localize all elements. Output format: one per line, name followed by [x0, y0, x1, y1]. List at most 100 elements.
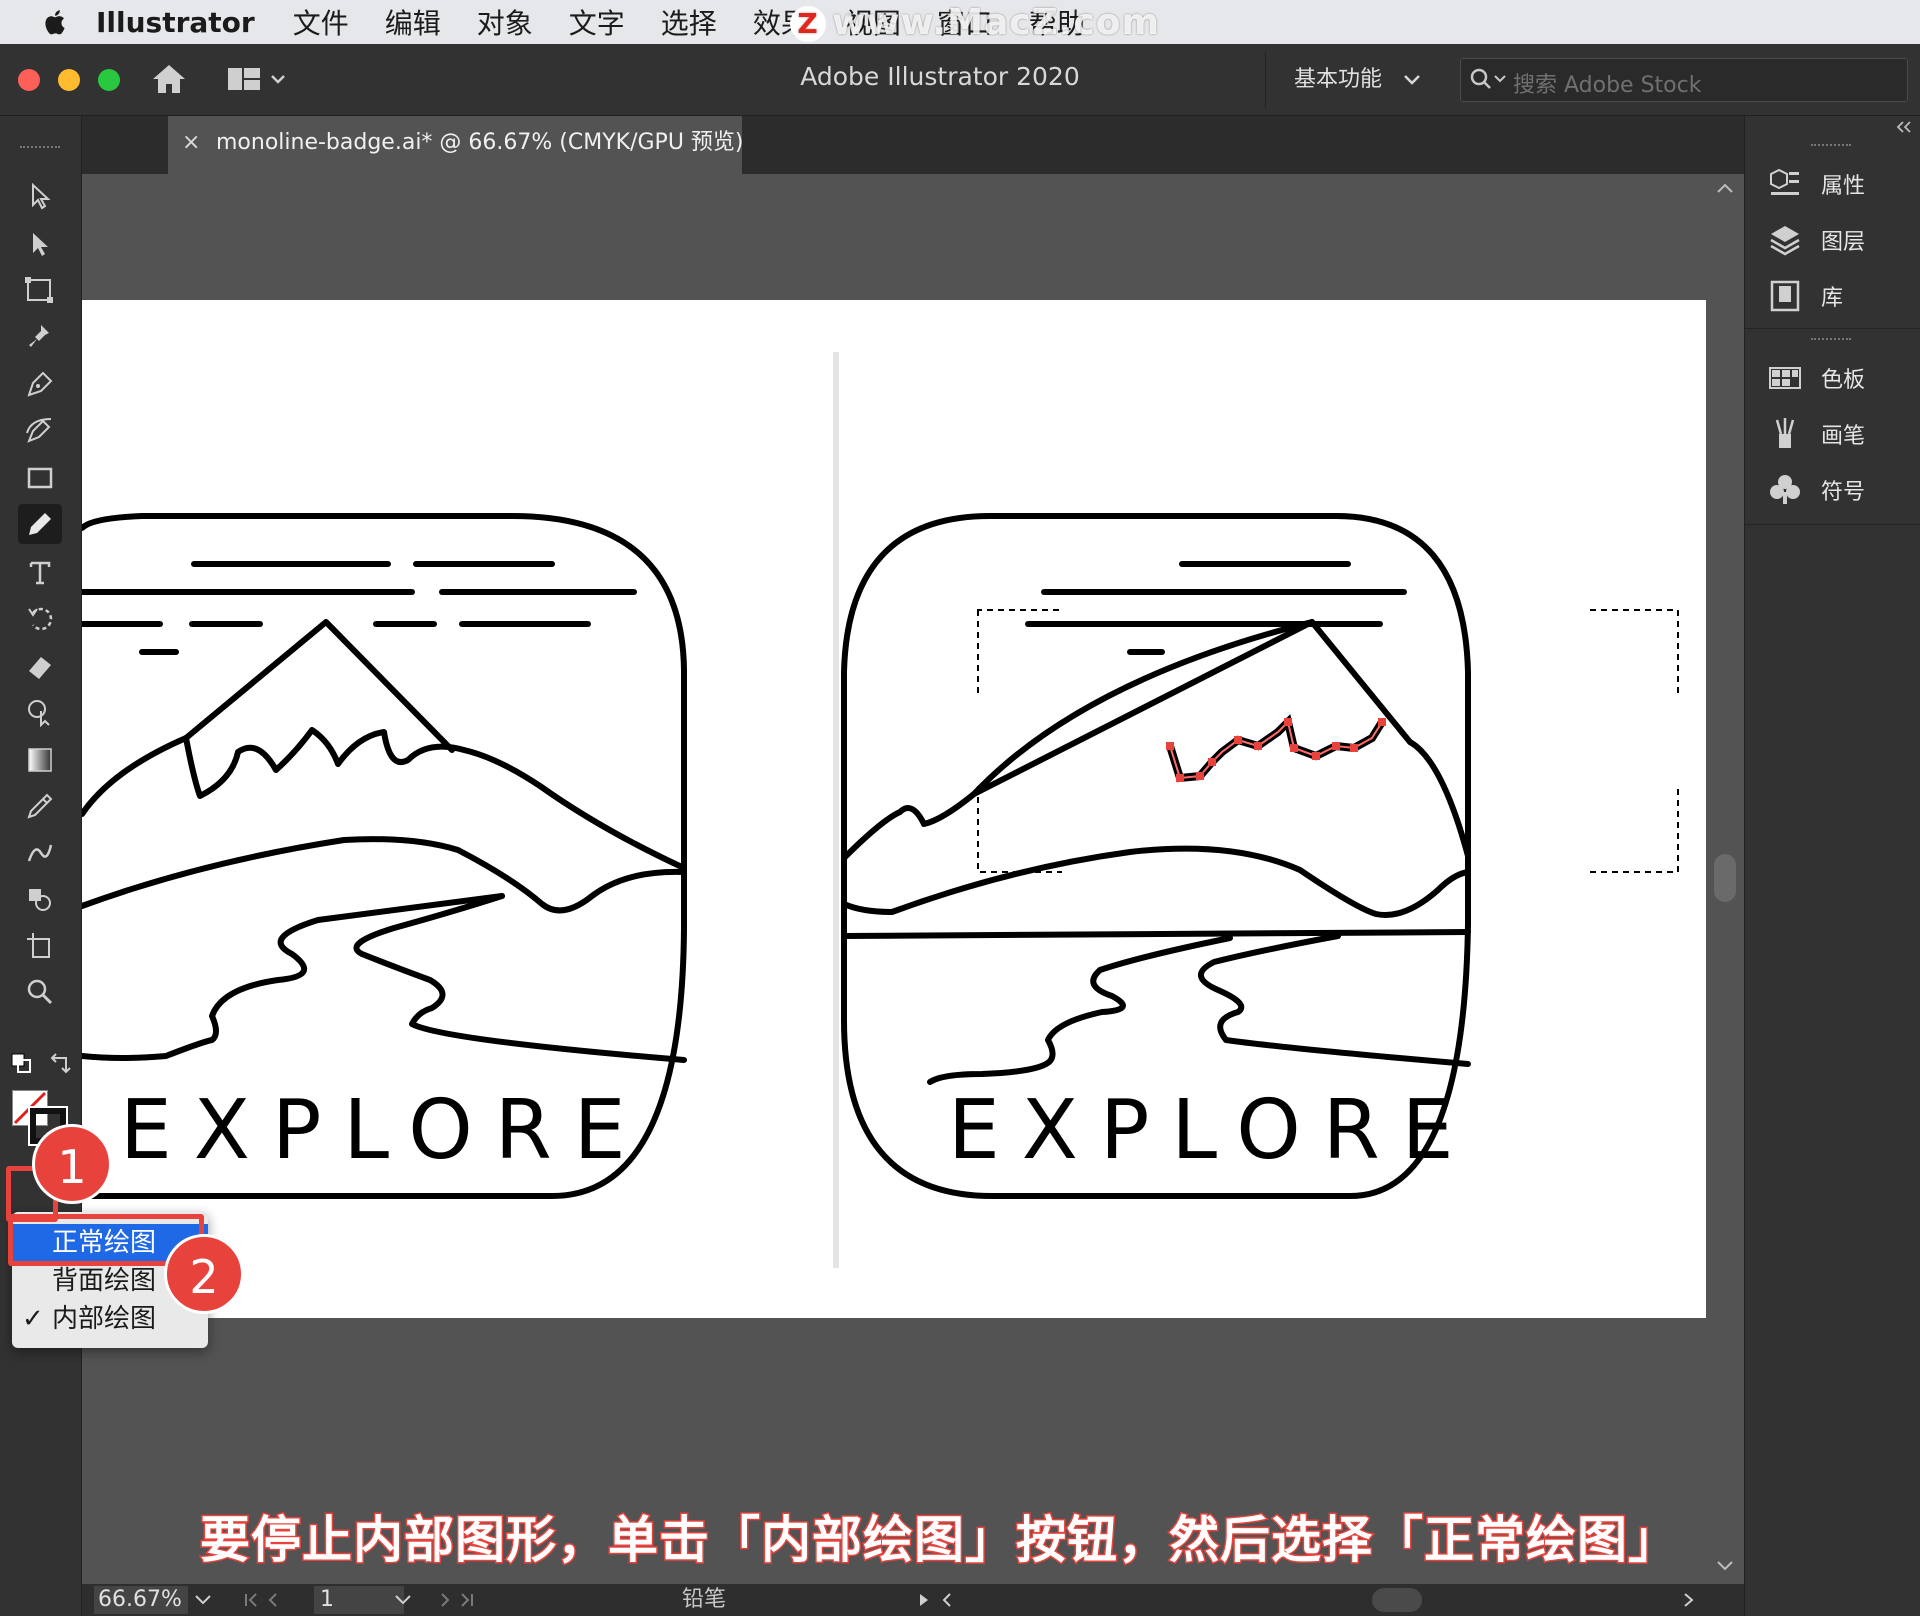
- puppet-warp-tool[interactable]: [18, 316, 62, 356]
- close-tab-icon[interactable]: ×: [182, 116, 200, 170]
- panel-group-grip[interactable]: [1811, 144, 1851, 148]
- artboard-dropdown-icon[interactable]: [394, 1594, 412, 1606]
- current-tool-label: 铅笔: [682, 1587, 727, 1612]
- panel-group-grip[interactable]: [1811, 338, 1851, 342]
- horizontal-scroll-thumb[interactable]: [1372, 1588, 1422, 1612]
- stock-search-input[interactable]: 搜索 Adobe Stock: [1460, 58, 1908, 102]
- collapse-right-panel-icon[interactable]: [1895, 120, 1915, 134]
- swatches-label: 色板: [1821, 368, 1866, 393]
- selection-tool[interactable]: [18, 176, 62, 216]
- menu-object[interactable]: 对象: [477, 2, 533, 42]
- right-panel-dock: 属性 图层 库 色板 画笔 符号: [1744, 116, 1920, 1616]
- eyedropper-tool[interactable]: [18, 786, 62, 826]
- symbol-sprayer-icon: [29, 889, 51, 911]
- zoom-dropdown-icon[interactable]: [194, 1594, 212, 1606]
- type-icon: [29, 561, 51, 585]
- libraries-panel-button[interactable]: 库: [1767, 274, 1843, 318]
- watermark-text: www.MacZ.com: [832, 2, 1160, 43]
- panel-separator: [1745, 328, 1920, 329]
- panel-separator: [1745, 524, 1920, 525]
- zoom-level-field[interactable]: 66.67%: [94, 1586, 188, 1614]
- layers-icon: [1770, 226, 1800, 256]
- artboard[interactable]: EXPLORE EXPLORE: [82, 300, 1708, 1318]
- status-arrows-icon[interactable]: [916, 1592, 956, 1608]
- zoom-tool[interactable]: [18, 972, 62, 1012]
- symbols-label: 符号: [1821, 480, 1866, 505]
- properties-panel-button[interactable]: 属性: [1767, 162, 1865, 206]
- libraries-icon: [1770, 280, 1800, 312]
- home-icon[interactable]: [150, 62, 188, 96]
- workspace-switcher[interactable]: 基本功能: [1265, 52, 1435, 108]
- symbols-panel-button[interactable]: 符号: [1767, 468, 1865, 512]
- eyedropper-icon: [27, 793, 53, 819]
- apple-icon[interactable]: [42, 8, 66, 36]
- document-tab-bar: × monoline-badge.ai* @ 66.67% (CMYK/GPU …: [12, 116, 1744, 174]
- chevron-down-icon: [1404, 75, 1420, 85]
- layers-panel-button[interactable]: 图层: [1767, 218, 1865, 262]
- scroll-up-icon[interactable]: [1716, 182, 1734, 194]
- symbols-icon: [1770, 475, 1800, 504]
- menu-select[interactable]: 选择: [661, 2, 717, 42]
- gradient-tool[interactable]: [18, 740, 62, 780]
- type-tool[interactable]: [18, 552, 62, 592]
- window-title: Adobe Illustrator 2020: [800, 62, 1080, 91]
- pen-tool[interactable]: [18, 364, 62, 404]
- minimize-window-button[interactable]: [58, 69, 80, 91]
- scroll-down-icon[interactable]: [1716, 1560, 1734, 1572]
- swatches-panel-button[interactable]: 色板: [1767, 356, 1865, 400]
- menu-app-name[interactable]: Illustrator: [96, 6, 255, 39]
- pencil-tool[interactable]: [18, 504, 62, 544]
- layers-label: 图层: [1821, 230, 1866, 255]
- eraser-tool[interactable]: [18, 646, 62, 686]
- menu-file[interactable]: 文件: [293, 2, 349, 42]
- menu-edit[interactable]: 编辑: [385, 2, 441, 42]
- curvature-icon: [26, 418, 52, 443]
- rotate-tool[interactable]: [18, 598, 62, 638]
- artboard-number-field[interactable]: 1: [314, 1586, 404, 1614]
- next-last-artboard-icons[interactable]: [438, 1592, 498, 1608]
- scroll-thumb[interactable]: [1714, 854, 1736, 902]
- right-badge-text: EXPLORE: [948, 1083, 1476, 1178]
- checkmark-icon: ✓: [22, 1304, 44, 1334]
- default-fill-stroke-icon[interactable]: [10, 1052, 36, 1076]
- direct-selection-icon: [33, 233, 48, 256]
- free-transform-tool[interactable]: [18, 270, 62, 310]
- left-badge-text: EXPLORE: [120, 1083, 648, 1178]
- search-placeholder: 搜索 Adobe Stock: [1513, 73, 1702, 98]
- brushes-icon: [1775, 418, 1795, 448]
- watermark-logo: Z: [790, 6, 826, 42]
- properties-icon: [1770, 168, 1799, 195]
- pen-icon: [27, 371, 53, 397]
- rectangle-tool[interactable]: [18, 458, 62, 498]
- rotate-icon: [28, 607, 53, 631]
- document-tab-label: monoline-badge.ai* @ 66.67% (CMYK/GPU 预览…: [216, 130, 744, 155]
- step2-badge: 2: [164, 1234, 244, 1314]
- pencil-icon: [29, 513, 51, 535]
- first-previous-artboard-icons[interactable]: [242, 1592, 302, 1608]
- close-window-button[interactable]: [18, 69, 40, 91]
- swap-fill-stroke-icon[interactable]: [48, 1052, 74, 1076]
- symbol-sprayer-tool[interactable]: [18, 880, 62, 920]
- status-bar: 66.67% 1 铅笔: [82, 1584, 1744, 1616]
- toolbar-grip[interactable]: [20, 146, 60, 152]
- menu-type[interactable]: 文字: [569, 2, 625, 42]
- brushes-panel-button[interactable]: 画笔: [1767, 412, 1865, 456]
- draw-inside-label: 内部绘图: [52, 1304, 157, 1334]
- scroll-right-icon[interactable]: [1682, 1592, 1696, 1608]
- step1-badge: 1: [32, 1124, 112, 1204]
- selection-arrow-icon: [32, 182, 51, 210]
- curvature-tool[interactable]: [18, 410, 62, 450]
- shape-builder-tool[interactable]: [18, 692, 62, 732]
- libraries-label: 库: [1821, 286, 1844, 311]
- gradient-icon: [28, 748, 52, 772]
- arrange-documents-icon[interactable]: [226, 64, 290, 94]
- direct-selection-tool[interactable]: [18, 224, 62, 264]
- document-tab[interactable]: × monoline-badge.ai* @ 66.67% (CMYK/GPU …: [168, 116, 744, 174]
- zoom-window-button[interactable]: [98, 69, 120, 91]
- vertical-scrollbar[interactable]: [1706, 174, 1744, 1584]
- eraser-icon: [29, 657, 51, 679]
- workspace-label: 基本功能: [1294, 67, 1383, 92]
- artboard-tool[interactable]: [18, 926, 62, 966]
- selected-pencil-path[interactable]: [1166, 714, 1386, 783]
- blend-tool[interactable]: [18, 832, 62, 872]
